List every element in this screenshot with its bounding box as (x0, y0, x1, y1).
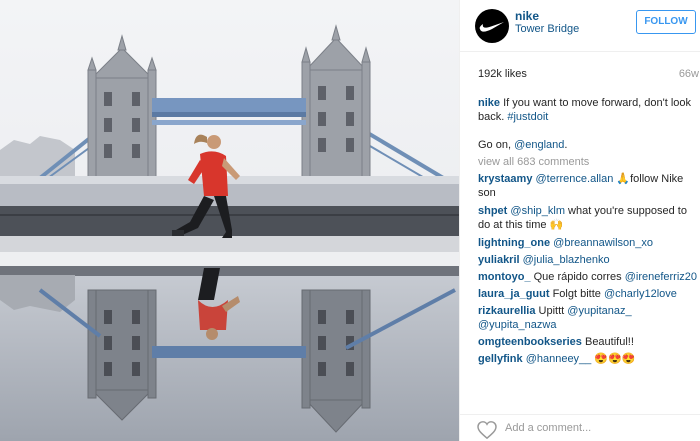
location-link[interactable]: Tower Bridge (515, 23, 579, 35)
add-comment-input[interactable] (505, 420, 685, 436)
post-photo[interactable] (0, 0, 459, 441)
caption-author[interactable]: nike (478, 97, 500, 109)
list-item: montoyo_ Que rápido corres @ireneferriz2… (478, 270, 698, 284)
reply-mention[interactable]: @england (514, 139, 564, 151)
list-item: rizkaurellia Upittt @yupitanaz_ @yupita_… (478, 304, 698, 332)
comments-list: nike If you want to move forward, don't … (478, 96, 698, 366)
comment-mention[interactable]: @julia_blazhenko (523, 254, 610, 266)
comment-mention[interactable]: @hanneey__ (526, 353, 592, 365)
comment-author[interactable]: gellyfink (478, 353, 523, 365)
post-stats: 192k likes 66w (460, 52, 700, 94)
comment-author[interactable]: rizkaurellia (478, 305, 535, 317)
reply-prefix: Go on, (478, 139, 515, 151)
comment-author[interactable]: shpet (478, 205, 507, 217)
username[interactable]: nike (515, 9, 539, 23)
comment-mention[interactable]: @charly12love (604, 288, 677, 300)
comment-mention[interactable]: @ireneferriz20 (625, 271, 697, 283)
list-item: laura_ja_guut Folgt bitte @charly12love (478, 287, 698, 301)
caption-hashtag[interactable]: #justdoit (507, 111, 548, 123)
list-item: lightning_one @breannawilson_xo (478, 236, 698, 250)
comment-author[interactable]: montoyo_ (478, 271, 531, 283)
nike-swoosh-icon (479, 22, 504, 32)
comment-author[interactable]: omgteenbookseries (478, 336, 582, 348)
comment-mention[interactable]: @breannawilson_xo (553, 237, 653, 249)
comment-mention[interactable]: @ship_klm (510, 205, 565, 217)
heart-icon[interactable] (477, 421, 497, 439)
list-item: gellyfink @hanneey__ 😍😍😍 (478, 352, 698, 366)
post-sidebar: nike Tower Bridge FOLLOW 192k likes 66w … (459, 0, 700, 441)
reply-suffix: . (564, 139, 568, 151)
comment-text: 😍😍😍 (591, 353, 636, 365)
comment-author[interactable]: krystaamy (478, 173, 532, 185)
post-timestamp[interactable]: 66w (679, 68, 699, 80)
caption-reply: Go on, @england. (478, 138, 698, 152)
list-item: krystaamy @terrence.allan 🙏follow Nike s… (478, 172, 698, 200)
comment-author[interactable]: yuliakril (478, 254, 520, 266)
view-all-comments-link[interactable]: view all 683 comments (478, 155, 698, 169)
list-item: omgteenbookseries Beautiful!! (478, 335, 698, 349)
follow-button[interactable]: FOLLOW (636, 10, 696, 34)
comment-author[interactable]: lightning_one (478, 237, 550, 249)
avatar[interactable] (475, 9, 509, 43)
comment-text: Beautiful!! (581, 336, 634, 348)
list-item: yuliakril @julia_blazhenko (478, 253, 698, 267)
comment-text: Que rápido corres (530, 271, 625, 283)
list-item: shpet @ship_klm what you're supposed to … (478, 204, 698, 232)
add-comment-bar (460, 414, 700, 441)
post-view: nike Tower Bridge FOLLOW 192k likes 66w … (0, 0, 700, 441)
post-header: nike Tower Bridge FOLLOW (460, 0, 700, 52)
likes-count[interactable]: 192k likes (478, 68, 527, 80)
comment-mention[interactable]: @terrence.allan (536, 173, 614, 185)
tower-bridge-runner-image (0, 0, 459, 441)
comment-text: Upittt (535, 305, 568, 317)
comment-text: Folgt bitte (549, 288, 604, 300)
caption: nike If you want to move forward, don't … (478, 96, 698, 124)
comment-author[interactable]: laura_ja_guut (478, 288, 550, 300)
